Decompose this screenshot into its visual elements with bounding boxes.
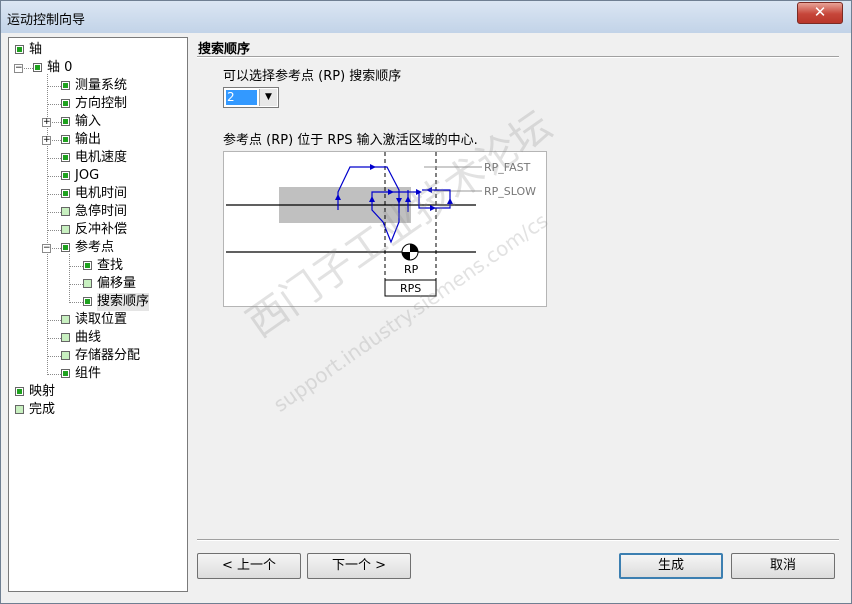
collapse-icon[interactable]: − [14,64,23,73]
sequence-prompt: 可以选择参考点 (RP) 搜索顺序 [223,69,402,84]
tree-item-label: 测量系统 [75,78,128,93]
checkbox-checked-icon[interactable] [61,153,70,162]
checkbox-checked-icon[interactable] [61,369,70,378]
checkbox-partial-icon[interactable] [61,225,70,234]
checkbox-partial-icon[interactable] [61,351,70,360]
checkbox-checked-icon[interactable] [61,243,70,252]
tree-item[interactable]: + 输出 [9,131,187,149]
tree-item[interactable]: − 参考点 [9,239,187,257]
expand-icon[interactable]: + [42,118,51,127]
sequence-description: 参考点 (RP) 位于 RPS 输入激活区域的中心. [223,133,478,148]
tree-item-label: 曲线 [75,330,102,345]
tree-item-label: 输出 [75,132,102,147]
checkbox-checked-icon[interactable] [61,135,70,144]
tree-item-label: 方向控制 [75,96,128,111]
checkbox-checked-icon[interactable] [83,297,92,306]
checkbox-checked-icon[interactable] [61,117,70,126]
title-bar: 运动控制向导 ✕ [1,1,851,33]
tree-item[interactable]: 偏移量 [9,275,187,293]
tree-item[interactable]: 组件 [9,365,187,383]
tree-item[interactable]: − 轴 0 [9,59,187,77]
sequence-value: 2 [226,90,257,105]
tree-item[interactable]: JOG [9,167,187,185]
checkbox-checked-icon[interactable] [61,81,70,90]
close-button[interactable]: ✕ [797,2,843,24]
window-title: 运动控制向导 [7,13,86,28]
label-rp: RP [404,263,419,276]
cancel-button[interactable]: 取消 [731,553,835,579]
tree-item[interactable]: 轴 [9,41,187,59]
tree-item[interactable]: 完成 [9,401,187,419]
prev-button[interactable]: < 上一个 [197,553,301,579]
tree-item[interactable]: 方向控制 [9,95,187,113]
tree-item-label: 轴 [29,42,43,57]
tree-item-label: 查找 [97,258,124,273]
tree-item-label: 存储器分配 [75,348,141,363]
tree-item[interactable]: 映射 [9,383,187,401]
divider-top [197,56,839,58]
checkbox-checked-icon[interactable] [83,261,92,270]
checkbox-partial-icon[interactable] [61,333,70,342]
tree-item-label: 电机时间 [75,186,128,201]
checkbox-checked-icon[interactable] [61,189,70,198]
tree-item-label: 映射 [29,384,56,399]
page-title: 搜索顺序 [198,42,251,57]
checkbox-checked-icon[interactable] [15,387,24,396]
client-area: 轴 − 轴 0 测量系统 方向控制 + 输入 + 输出 电机速度 JOG 电机时间 急停时间 反冲补偿 − 参… [5,33,847,600]
tree-item-label: 输入 [75,114,102,129]
tree-item-label: 搜索顺序 [97,293,150,311]
checkbox-checked-icon[interactable] [61,171,70,180]
tree-item[interactable]: 测量系统 [9,77,187,95]
checkbox-partial-icon[interactable] [15,405,24,414]
tree-item-label: 偏移量 [97,276,137,291]
checkbox-checked-icon[interactable] [33,63,42,72]
tree-item[interactable]: 电机时间 [9,185,187,203]
navigation-tree[interactable]: 轴 − 轴 0 测量系统 方向控制 + 输入 + 输出 电机速度 JOG 电机时间 急停时间 反冲补偿 − 参… [8,37,188,592]
sequence-dropdown[interactable]: 2 ▼ [223,87,279,108]
tree-item[interactable]: 曲线 [9,329,187,347]
collapse-icon[interactable]: − [42,244,51,253]
tree-item[interactable]: 电机速度 [9,149,187,167]
checkbox-partial-icon[interactable] [83,279,92,288]
tree-item[interactable]: 存储器分配 [9,347,187,365]
tree-item[interactable]: + 输入 [9,113,187,131]
tree-item-label: 轴 0 [47,60,73,75]
chevron-down-icon[interactable]: ▼ [259,89,277,106]
next-button[interactable]: 下一个 > [307,553,411,579]
checkbox-checked-icon[interactable] [61,99,70,108]
tree-item-label: 参考点 [75,240,115,255]
tree-item[interactable]: 反冲补偿 [9,221,187,239]
tree-item[interactable]: 急停时间 [9,203,187,221]
tree-item-label: 组件 [75,366,102,381]
wizard-window: 运动控制向导 ✕ 轴 − 轴 0 测量系统 方向控制 + 输入 + 输出 电机速度 JOG 电机时间急… [0,0,852,604]
tree-item-label: 读取位置 [75,312,128,327]
expand-icon[interactable]: + [42,136,51,145]
tree-item-label: 反冲补偿 [75,222,128,237]
tree-item-label: 电机速度 [75,150,128,165]
divider-bottom [197,539,839,541]
tree-item-label: JOG [75,168,100,183]
generate-button[interactable]: 生成 [619,553,723,579]
tree-item[interactable]: 查找 [9,257,187,275]
checkbox-checked-icon[interactable] [15,45,24,54]
tree-item-label: 急停时间 [75,204,128,219]
tree-item[interactable]: 读取位置 [9,311,187,329]
checkbox-partial-icon[interactable] [61,207,70,216]
checkbox-partial-icon[interactable] [61,315,70,324]
tree-item[interactable]: 搜索顺序 [9,293,187,311]
tree-item-label: 完成 [29,402,56,417]
